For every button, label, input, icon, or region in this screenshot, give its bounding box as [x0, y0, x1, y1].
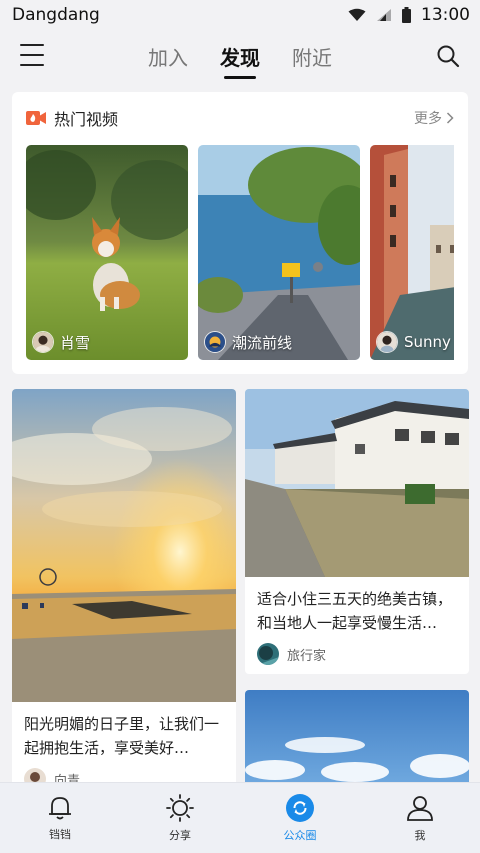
- hot-videos-row: 肖雪 潮流前线 Sunny: [26, 145, 454, 360]
- bottom-nav-item-me[interactable]: 我: [360, 783, 480, 853]
- bottom-nav-item-share[interactable]: 分享: [120, 783, 240, 853]
- seaside-road-thumbnail: [198, 145, 360, 360]
- top-navigation: 加入 发现 附近: [0, 30, 480, 80]
- hot-video-user: 潮流前线: [232, 333, 293, 352]
- status-bar: Dangdang 13:00: [0, 0, 480, 30]
- carrier-name: Dangdang: [12, 5, 100, 25]
- top-tabs: 加入 发现 附近: [0, 38, 480, 79]
- ancient-town-image: [245, 389, 469, 577]
- hot-videos-title-wrap: 热门视频: [26, 106, 118, 130]
- feed-card[interactable]: 阳光明媚的日子里，让我们一起拥抱生活，享受美好… 向青: [12, 389, 236, 789]
- hot-video-item[interactable]: 潮流前线: [198, 145, 360, 360]
- hot-video-label: Sunny: [376, 331, 451, 353]
- person-icon: [407, 796, 433, 821]
- search-icon[interactable]: [436, 44, 460, 68]
- bell-icon: [49, 797, 71, 820]
- corgi-thumbnail: [26, 145, 188, 360]
- refresh-circle-icon: [286, 794, 314, 822]
- hot-video-item[interactable]: 肖雪: [26, 145, 188, 360]
- chevron-right-icon: [446, 112, 454, 124]
- canal-city-thumbnail: [370, 145, 454, 360]
- bottom-nav-label: 铛铛: [49, 828, 71, 841]
- bottom-nav-label: 我: [414, 829, 426, 842]
- more-label: 更多: [414, 111, 442, 127]
- tab-join[interactable]: 加入: [144, 38, 192, 79]
- bottom-nav-label: 公众圈: [283, 829, 317, 842]
- feed-caption: 适合小住三五天的绝美古镇，和当地人一起享受慢生活…: [257, 590, 453, 632]
- hot-video-icon: [26, 111, 46, 125]
- tab-discover[interactable]: 发现: [216, 38, 264, 79]
- bottom-nav-label: 分享: [169, 829, 191, 842]
- bottom-nav-item-public-circle[interactable]: 公众圈: [240, 783, 360, 853]
- status-icons: [348, 7, 411, 23]
- hot-videos-title: 热门视频: [54, 110, 119, 129]
- battery-icon: [402, 7, 411, 23]
- user-avatar: [32, 331, 54, 353]
- author-avatar: [257, 643, 279, 665]
- wifi-icon: [348, 8, 366, 21]
- author-name: 旅行家: [287, 648, 327, 664]
- feed-author: 旅行家: [245, 635, 469, 665]
- bottom-nav-item-dangdang[interactable]: 铛铛: [0, 783, 120, 853]
- user-avatar: [204, 331, 226, 353]
- cellular-signal-icon: [377, 9, 391, 21]
- sun-icon: [166, 794, 194, 822]
- feed-card[interactable]: 适合小住三五天的绝美古镇，和当地人一起享受慢生活… 旅行家: [245, 389, 469, 674]
- more-link[interactable]: 更多: [414, 108, 454, 128]
- hot-video-item[interactable]: Sunny: [370, 145, 454, 360]
- feed-caption: 阳光明媚的日子里，让我们一起拥抱生活，享受美好…: [24, 715, 220, 757]
- status-right: 13:00: [348, 5, 470, 25]
- hot-video-user: 肖雪: [60, 333, 91, 352]
- hot-videos-header: 热门视频 更多: [26, 106, 454, 130]
- hot-video-user: Sunny: [404, 333, 451, 351]
- sunset-lake-image: [12, 389, 236, 702]
- bottom-navigation: 铛铛 分享 公众圈 我: [0, 782, 480, 853]
- status-time: 13:00: [421, 5, 470, 25]
- hot-videos-card: 热门视频 更多 肖雪 潮流前线 Sunny: [12, 92, 468, 374]
- hot-video-label: 潮流前线: [204, 331, 292, 353]
- tab-nearby[interactable]: 附近: [288, 38, 336, 79]
- hot-video-label: 肖雪: [32, 331, 90, 353]
- user-avatar: [376, 331, 398, 353]
